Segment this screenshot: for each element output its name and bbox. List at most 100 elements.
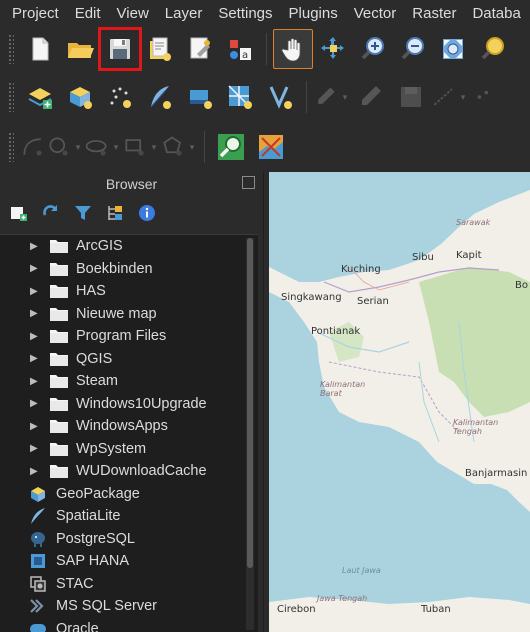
- expand-arrow-icon[interactable]: ▶: [30, 241, 40, 252]
- data-source-manager-button[interactable]: [20, 77, 60, 117]
- menu-layer[interactable]: Layer: [157, 5, 211, 22]
- new-project-button[interactable]: [20, 29, 60, 69]
- style-manager-icon: a: [230, 40, 251, 61]
- tree-folder-item[interactable]: ▶ WindowsApps: [0, 415, 258, 438]
- expand-arrow-icon[interactable]: ▶: [30, 263, 40, 274]
- digitize-dropdown[interactable]: ▾: [457, 77, 469, 117]
- zoom-out-button[interactable]: [393, 29, 433, 69]
- current-edits-button[interactable]: [313, 77, 339, 117]
- open-project-button[interactable]: [60, 29, 100, 69]
- tree-folder-item[interactable]: ▶ WpSystem: [0, 438, 258, 461]
- new-shapefile-layer-button[interactable]: [140, 77, 180, 117]
- add-circle-button[interactable]: [46, 127, 72, 167]
- pan-map-button[interactable]: [273, 29, 313, 69]
- new-virtual-layer-button[interactable]: [180, 77, 220, 117]
- new-mesh-layer-button[interactable]: [220, 77, 260, 117]
- undock-panel-button[interactable]: [242, 176, 255, 189]
- tree-provider-item[interactable]: SAP HANA: [0, 550, 258, 573]
- tree-folder-item[interactable]: ▶ Program Files: [0, 325, 258, 348]
- polygon-dropdown[interactable]: ▾: [186, 127, 198, 167]
- toggle-editing-button[interactable]: [351, 77, 391, 117]
- menu-plugins[interactable]: Plugins: [281, 5, 346, 22]
- expand-arrow-icon[interactable]: ▶: [30, 398, 40, 409]
- tree-folder-item[interactable]: ▶ Steam: [0, 370, 258, 393]
- data-source-toolbar: ▾ ▾: [0, 75, 530, 119]
- tree-folder-item[interactable]: ▶ ArcGIS: [0, 235, 258, 258]
- pencil-icon: [362, 86, 381, 105]
- filter-browser-button[interactable]: [72, 202, 94, 224]
- browser-scrollbar[interactable]: [246, 238, 254, 630]
- tree-item-label: MS SQL Server: [56, 598, 157, 615]
- data-source-manager-icon: [28, 88, 52, 109]
- digitize-line-button[interactable]: [431, 77, 457, 117]
- tree-folder-item[interactable]: ▶ WUDownloadCache: [0, 460, 258, 483]
- tree-item-label: WindowsApps: [76, 418, 168, 435]
- expand-arrow-icon[interactable]: ▶: [30, 331, 40, 342]
- expand-arrow-icon[interactable]: ▶: [30, 353, 40, 364]
- add-circular-string-button[interactable]: [20, 127, 46, 167]
- menu-view[interactable]: View: [109, 5, 157, 22]
- zoom-in-button[interactable]: [353, 29, 393, 69]
- identify-features-button[interactable]: [211, 127, 251, 167]
- new-virtual-point-cloud-button[interactable]: [260, 77, 300, 117]
- tree-provider-item[interactable]: GeoPackage: [0, 483, 258, 506]
- menu-database[interactable]: Databa: [464, 5, 528, 22]
- pan-to-selection-button[interactable]: [313, 29, 353, 69]
- add-selected-layers-button[interactable]: [8, 202, 30, 224]
- tree-folder-item[interactable]: ▶ Nieuwe map: [0, 303, 258, 326]
- tree-item-label: Program Files: [76, 328, 167, 345]
- toolbar-handle[interactable]: [8, 34, 14, 64]
- expand-arrow-icon[interactable]: ▶: [30, 443, 40, 454]
- filter-funnel-icon: [75, 206, 91, 220]
- plugin-tool-button[interactable]: [251, 127, 291, 167]
- menu-edit[interactable]: Edit: [67, 5, 109, 22]
- add-regular-polygon-button[interactable]: [160, 127, 186, 167]
- expand-arrow-icon[interactable]: ▶: [30, 308, 40, 319]
- menu-raster[interactable]: Raster: [404, 5, 464, 22]
- expand-arrow-icon[interactable]: ▶: [30, 376, 40, 387]
- new-print-layout-button[interactable]: [140, 29, 180, 69]
- save-project-button[interactable]: [98, 27, 142, 71]
- zoom-full-button[interactable]: [433, 29, 473, 69]
- zoom-to-selection-button[interactable]: [473, 29, 513, 69]
- tree-provider-item[interactable]: SpatiaLite: [0, 505, 258, 528]
- map-label-banjarmasin: Banjarmasin: [465, 468, 528, 479]
- virtual-layer-icon: [190, 90, 212, 109]
- new-geopackage-layer-button[interactable]: [60, 77, 100, 117]
- tree-provider-item[interactable]: Oracle: [0, 618, 258, 632]
- refresh-button[interactable]: [40, 202, 62, 224]
- tree-folder-item[interactable]: ▶ HAS: [0, 280, 258, 303]
- ellipse-dropdown[interactable]: ▾: [110, 127, 122, 167]
- tree-folder-item[interactable]: ▶ Boekbinden: [0, 258, 258, 281]
- menu-settings[interactable]: Settings: [210, 5, 280, 22]
- menu-project[interactable]: Project: [4, 5, 67, 22]
- rectangle-dropdown[interactable]: ▾: [148, 127, 160, 167]
- tree-provider-item[interactable]: STAC: [0, 573, 258, 596]
- new-temporary-scratch-layer-button[interactable]: [100, 77, 140, 117]
- add-rectangle-button[interactable]: [122, 127, 148, 167]
- vertex-tool-button[interactable]: [469, 77, 495, 117]
- scrollbar-thumb[interactable]: [247, 238, 253, 568]
- menu-vector[interactable]: Vector: [346, 5, 405, 22]
- save-layer-edits-button[interactable]: [391, 77, 431, 117]
- expand-arrow-icon[interactable]: ▶: [30, 286, 40, 297]
- tree-folder-item[interactable]: ▶ QGIS: [0, 348, 258, 371]
- collapse-all-button[interactable]: [104, 202, 126, 224]
- enable-properties-widget-button[interactable]: [136, 202, 158, 224]
- tree-folder-item[interactable]: ▶ Windows10Upgrade: [0, 393, 258, 416]
- tree-provider-item[interactable]: MS SQL Server: [0, 595, 258, 618]
- current-edits-dropdown[interactable]: ▾: [339, 77, 351, 117]
- map-canvas[interactable]: Sarawak Sibu Kapit Kuching Singkawang Se…: [269, 172, 530, 632]
- style-manager-button[interactable]: a: [220, 29, 260, 69]
- print-layout-icon: [150, 37, 171, 61]
- tree-provider-item[interactable]: PostgreSQL: [0, 528, 258, 551]
- expand-arrow-icon[interactable]: ▶: [30, 421, 40, 432]
- tree-item-label: QGIS: [76, 350, 113, 367]
- add-ellipse-button[interactable]: [84, 127, 110, 167]
- expand-arrow-icon[interactable]: ▶: [30, 466, 40, 477]
- layout-manager-button[interactable]: [180, 29, 220, 69]
- circle-dropdown[interactable]: ▾: [72, 127, 84, 167]
- map-label-pontianak: Pontianak: [311, 326, 361, 337]
- toolbar-handle[interactable]: [8, 132, 14, 162]
- toolbar-handle[interactable]: [8, 82, 14, 112]
